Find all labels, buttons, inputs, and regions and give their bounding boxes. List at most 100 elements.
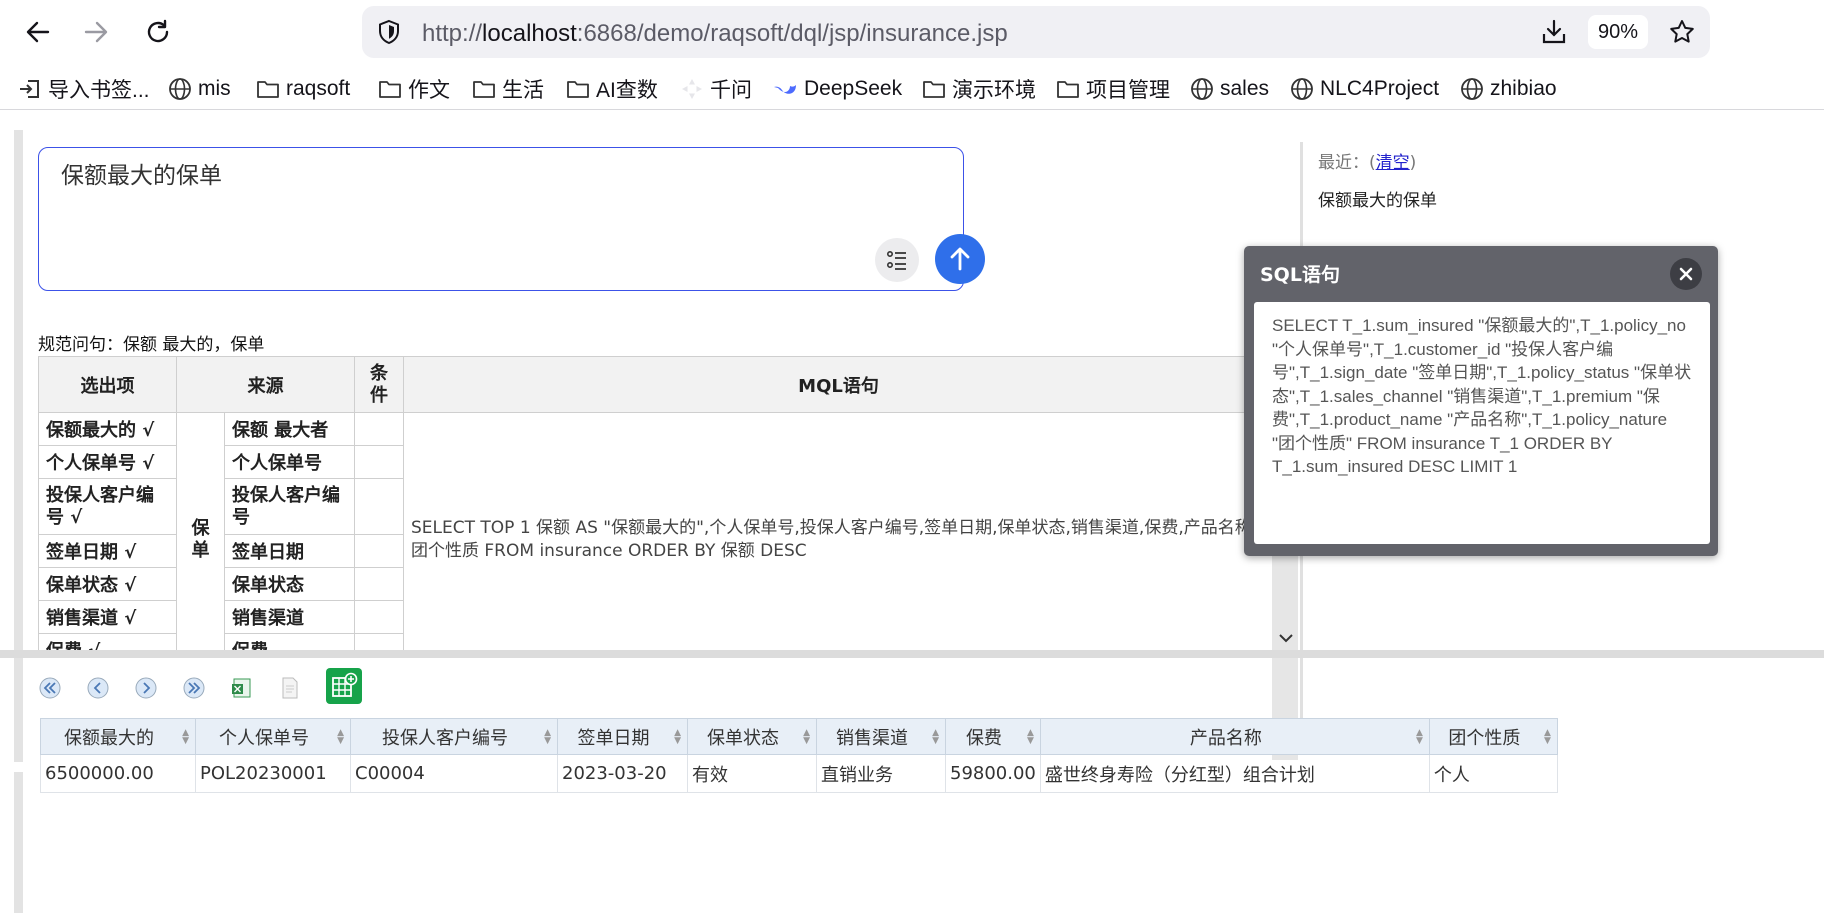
output-item: 保费 √ bbox=[38, 633, 177, 650]
bookmark-raqsoft[interactable]: raqsoft bbox=[256, 74, 350, 104]
browser-toolbar: http://localhost:6868/demo/raqsoft/dql/j… bbox=[0, 0, 1824, 66]
result-column-header[interactable]: 销售渠道 ▲ ▼ bbox=[816, 718, 946, 755]
result-cell: POL20230001 bbox=[195, 754, 351, 793]
output-item: 个人保单号 √ bbox=[38, 445, 177, 479]
col-mql: MQL语句 bbox=[403, 356, 1274, 413]
panel-splitter[interactable] bbox=[0, 650, 1824, 658]
first-page-icon[interactable] bbox=[38, 676, 62, 700]
download-icon[interactable] bbox=[1540, 18, 1568, 46]
chevron-down-icon[interactable] bbox=[1278, 632, 1294, 644]
result-column-header[interactable]: 签单日期 ▲ ▼ bbox=[557, 718, 688, 755]
qianwen-icon bbox=[682, 79, 702, 99]
result-cell: 59800.00 bbox=[945, 754, 1041, 793]
column-label: 个人保单号 bbox=[219, 727, 309, 749]
zoom-level[interactable]: 90% bbox=[1588, 15, 1648, 49]
clear-recent-link[interactable]: 清空 bbox=[1376, 153, 1410, 173]
globe-icon bbox=[1291, 78, 1313, 100]
recent-paren: ) bbox=[1409, 153, 1417, 173]
bookmark-demo-env[interactable]: 演示环境 bbox=[922, 74, 1036, 104]
sort-icon[interactable]: ▲ ▼ bbox=[932, 729, 939, 746]
shield-icon[interactable] bbox=[376, 19, 402, 45]
sort-icon[interactable]: ▲ ▼ bbox=[1027, 729, 1034, 746]
result-cell: 有效 bbox=[687, 754, 817, 793]
recent-item[interactable]: 保额最大的保单 bbox=[1318, 186, 1437, 211]
mql-table-container: 选出项 来源 条 件 MQL语句 保额最大的 √ 保 单 保额 最大者 SELE… bbox=[38, 356, 1274, 650]
result-cell: 直销业务 bbox=[816, 754, 946, 793]
url-prefix: http:// bbox=[422, 20, 483, 47]
deepseek-icon bbox=[774, 84, 796, 94]
col-source: 来源 bbox=[176, 356, 355, 413]
output-item: 保额最大的 √ bbox=[38, 412, 177, 446]
mql-statement: SELECT TOP 1 保额 AS "保额最大的",个人保单号,投保人客户编号… bbox=[403, 412, 1274, 650]
result-column-header[interactable]: 保额最大的 ▲ ▼ bbox=[40, 718, 196, 755]
result-cell: C00004 bbox=[350, 754, 558, 793]
bookmark-zuowen[interactable]: 作文 bbox=[378, 74, 450, 104]
url-text[interactable]: http://localhost:6868/demo/raqsoft/dql/j… bbox=[422, 20, 1008, 48]
col-condition: 条 件 bbox=[354, 356, 404, 413]
bookmark-nlc4project[interactable]: NLC4Project bbox=[1290, 74, 1439, 104]
source-item: 保单状态 bbox=[224, 567, 355, 601]
condition-cell bbox=[354, 445, 404, 479]
sort-icon[interactable]: ▲ ▼ bbox=[1416, 729, 1423, 746]
bookmark-project-mgmt[interactable]: 项目管理 bbox=[1056, 74, 1170, 104]
bookmark-star-icon[interactable] bbox=[1668, 18, 1696, 46]
excel-export-icon[interactable] bbox=[230, 676, 254, 700]
column-label: 团个性质 bbox=[1448, 727, 1521, 749]
table-row[interactable]: 6500000.00 POL20230001 C00004 2023-03-20 有效直… bbox=[40, 754, 1558, 793]
reload-button[interactable] bbox=[140, 14, 176, 50]
sort-icon[interactable]: ▲ ▼ bbox=[544, 729, 551, 746]
text-export-icon[interactable] bbox=[278, 676, 302, 700]
condition-cell bbox=[354, 478, 404, 535]
sort-icon[interactable]: ▲ ▼ bbox=[1544, 729, 1551, 746]
bookmark-label: mis bbox=[198, 77, 231, 100]
bookmark-label: sales bbox=[1220, 77, 1270, 100]
folder-icon bbox=[379, 81, 401, 98]
bookmark-zhibiao[interactable]: zhibiao bbox=[1460, 74, 1557, 104]
result-column-header[interactable]: 投保人客户编号 ▲ ▼ bbox=[350, 718, 558, 755]
query-input-box[interactable]: 保额最大的保单 bbox=[38, 147, 985, 291]
globe-icon bbox=[1191, 78, 1213, 100]
col-output: 选出项 bbox=[38, 356, 177, 413]
send-button[interactable] bbox=[935, 234, 985, 284]
address-bar[interactable]: http://localhost:6868/demo/raqsoft/dql/j… bbox=[362, 6, 1710, 58]
bookmark-label: 生活 bbox=[502, 79, 544, 102]
sort-icon[interactable]: ▲ ▼ bbox=[674, 729, 681, 746]
bookmark-label: 导入书签... bbox=[48, 79, 150, 102]
result-cell: 个人 bbox=[1428, 754, 1558, 793]
bookmark-import[interactable]: 导入书签... bbox=[18, 74, 150, 104]
back-button[interactable] bbox=[20, 14, 56, 50]
last-page-icon[interactable] bbox=[182, 676, 206, 700]
folder-icon bbox=[923, 81, 945, 98]
list-options-button[interactable] bbox=[875, 238, 919, 282]
bookmark-sales[interactable]: sales bbox=[1190, 74, 1269, 104]
table-row: 保额最大的 √ 保 单 保额 最大者 SELECT TOP 1 保额 AS "保… bbox=[38, 412, 1274, 650]
sql-popup-close-button[interactable] bbox=[1670, 258, 1702, 290]
column-label: 产品名称 bbox=[1189, 727, 1262, 749]
output-item: 签单日期 √ bbox=[38, 534, 177, 568]
sort-icon[interactable]: ▲ ▼ bbox=[182, 729, 189, 746]
sql-statement: SELECT T_1.sum_insured "保额最大的",T_1.polic… bbox=[1254, 302, 1710, 544]
sql-popup-title: SQL语句 bbox=[1260, 264, 1340, 286]
condition-cell bbox=[354, 567, 404, 601]
bookmark-qianwen[interactable]: 千问 bbox=[680, 74, 752, 104]
result-column-header[interactable]: 个人保单号 ▲ ▼ bbox=[195, 718, 351, 755]
query-input[interactable]: 保额最大的保单 bbox=[61, 156, 222, 190]
next-page-icon[interactable] bbox=[134, 676, 158, 700]
bookmark-shenghuo[interactable]: 生活 bbox=[472, 74, 544, 104]
result-column-header[interactable]: 保费 ▲ ▼ bbox=[945, 718, 1041, 755]
result-cell: 2023-03-20 bbox=[557, 754, 688, 793]
bookmark-mis[interactable]: mis bbox=[168, 74, 231, 104]
add-table-button[interactable] bbox=[326, 668, 362, 704]
bookmark-ai-chashu[interactable]: AI查数 bbox=[566, 74, 658, 104]
sort-icon[interactable]: ▲ ▼ bbox=[337, 729, 344, 746]
bookmark-label: 演示环境 bbox=[952, 79, 1036, 102]
prev-page-icon[interactable] bbox=[86, 676, 110, 700]
bookmark-deepseek[interactable]: DeepSeek bbox=[772, 74, 902, 104]
result-column-header[interactable]: 团个性质 ▲ ▼ bbox=[1428, 718, 1558, 755]
arrow-up-icon bbox=[950, 247, 970, 271]
bookmark-label: raqsoft bbox=[286, 77, 351, 100]
result-column-header[interactable]: 产品名称 ▲ ▼ bbox=[1039, 718, 1430, 755]
forward-button[interactable] bbox=[78, 14, 114, 50]
result-column-header[interactable]: 保单状态 ▲ ▼ bbox=[687, 718, 817, 755]
sort-icon[interactable]: ▲ ▼ bbox=[803, 729, 810, 746]
